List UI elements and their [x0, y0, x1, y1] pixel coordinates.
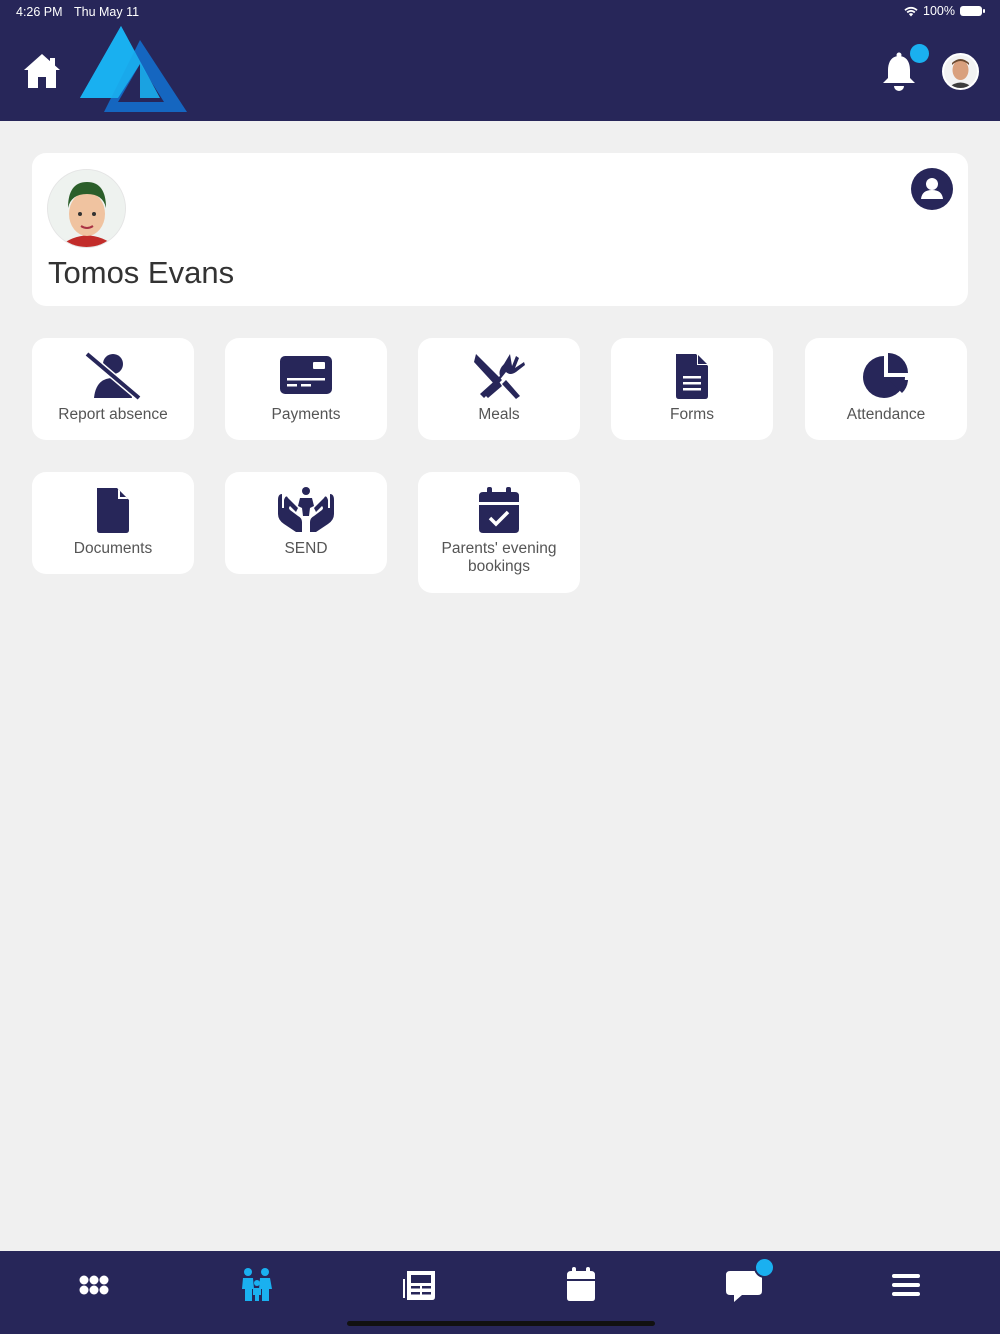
child-profile-card: Tomos Evans — [32, 153, 968, 306]
nav-apps[interactable] — [74, 1265, 114, 1305]
tile-send[interactable]: SEND — [225, 472, 387, 574]
tile-label: SEND — [284, 540, 328, 557]
menu-icon — [892, 1274, 920, 1296]
credit-card-icon — [280, 356, 332, 394]
tile-label: Attendance — [846, 406, 926, 423]
tile-label: Meals — [478, 406, 520, 423]
tile-label: Parents' evening bookings — [441, 540, 557, 575]
child-name: Tomos Evans — [48, 255, 235, 290]
home-indicator — [347, 1321, 655, 1326]
bottom-nav — [0, 1251, 1000, 1334]
nav-family[interactable] — [237, 1265, 277, 1305]
calendar-icon — [567, 1267, 595, 1301]
status-right: 100% — [904, 4, 985, 18]
tile-label: Documents — [73, 540, 153, 557]
hands-child-icon — [278, 487, 334, 532]
nav-news[interactable] — [399, 1265, 439, 1305]
document-lines-icon — [676, 354, 708, 399]
user-circle-icon — [921, 178, 943, 199]
tile-documents[interactable]: Documents — [32, 472, 194, 574]
tile-label: Report absence — [58, 406, 168, 423]
child-avatar — [47, 169, 126, 248]
wifi-icon — [904, 6, 918, 16]
status-time: 4:26 PM — [16, 5, 63, 19]
family-icon — [242, 1268, 272, 1301]
user-slash-icon — [84, 352, 142, 400]
tile-payments[interactable]: Payments — [225, 338, 387, 440]
file-icon — [97, 488, 129, 533]
battery-percent: 100% — [923, 4, 955, 18]
tile-forms[interactable]: Forms — [611, 338, 773, 440]
tile-label: Payments — [271, 406, 341, 423]
battery-icon — [960, 6, 985, 16]
nav-calendar[interactable] — [561, 1265, 601, 1305]
tile-report-absence[interactable]: Report absence — [32, 338, 194, 440]
tile-attendance[interactable]: Attendance — [805, 338, 967, 440]
newspaper-icon — [402, 1271, 435, 1300]
calendar-check-icon — [479, 487, 519, 533]
top-bar: 4:26 PM Thu May 11 100% — [0, 0, 1000, 121]
pie-chart-icon — [863, 353, 908, 398]
tile-parents-evening-bookings[interactable]: Parents' evening bookings — [418, 472, 580, 593]
utensils-icon — [474, 354, 525, 399]
apps-grid-icon — [79, 1275, 109, 1295]
nav-menu[interactable] — [886, 1265, 926, 1305]
triangle-logo — [78, 26, 190, 114]
notification-badge — [910, 44, 929, 63]
home-icon — [24, 54, 60, 88]
messages-badge — [754, 1257, 775, 1278]
tile-meals[interactable]: Meals — [418, 338, 580, 440]
status-date: Thu May 11 — [74, 5, 140, 19]
status-bar: 4:26 PM Thu May 11 100% — [0, 0, 1000, 24]
tile-label: Forms — [670, 406, 714, 423]
profile-button[interactable] — [911, 168, 953, 210]
user-avatar[interactable] — [942, 53, 979, 90]
home-button[interactable] — [22, 52, 62, 90]
